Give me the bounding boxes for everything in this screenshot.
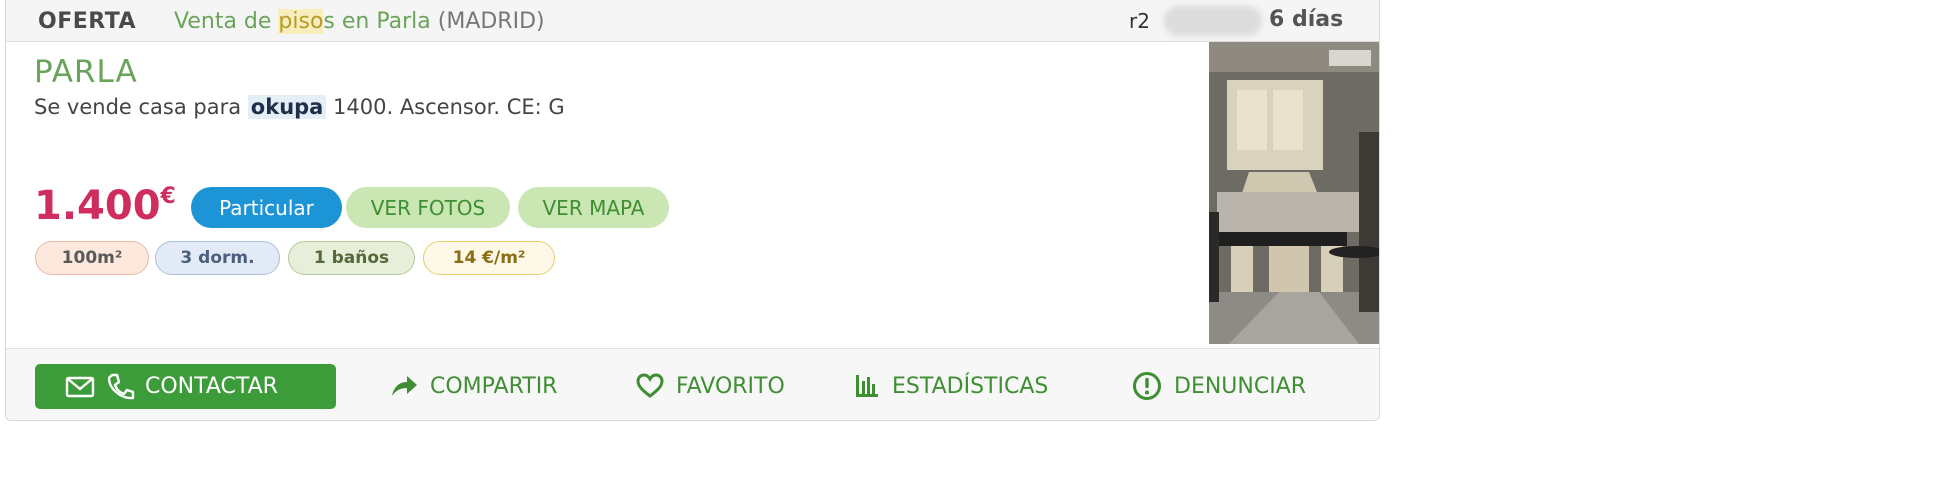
listing-description: Se vende casa para okupa 1400. Ascensor.… [34,95,565,119]
currency: € [160,183,176,209]
baths-chip: 1 baños [288,241,415,275]
view-photos-button[interactable]: VER FOTOS [346,187,510,228]
seller-type-badge[interactable]: Particular [191,187,342,228]
listing-card: OFERTA Venta de pisos en Parla (MADRID) … [5,0,1380,421]
reference-code: r2 [1129,9,1150,33]
share-label: COMPARTIR [430,373,558,399]
listing-age: 6 días [1269,7,1344,32]
envelope-icon [65,375,95,399]
title-highlight: piso [278,9,324,34]
offer-type: OFERTA [38,9,137,34]
heart-icon [636,373,664,399]
view-map-button[interactable]: VER MAPA [518,187,669,228]
favorite-label: FAVORITO [676,373,785,399]
share-button[interactable]: COMPARTIR [390,366,557,406]
bar-chart-icon [854,373,880,399]
area-chip: 100m² [35,241,149,275]
listing-photo[interactable] [1209,42,1379,344]
report-button[interactable]: DENUNCIAR [1132,366,1306,406]
listing-header: OFERTA Venta de pisos en Parla (MADRID) … [6,0,1379,42]
description-highlight: okupa [247,95,327,119]
listing-city[interactable]: PARLA [34,54,138,90]
listing-price: 1.400€ [34,183,176,229]
statistics-button[interactable]: ESTADÍSTICAS [854,366,1048,406]
listing-title[interactable]: Venta de pisos en Parla (MADRID) [174,9,545,34]
reference-blur [1164,6,1262,36]
price-per-m2-chip: 14 €/m² [423,241,555,275]
action-bar: CONTACTAR COMPARTIR FAVORITO ESTADÍSTICA… [6,348,1379,420]
report-label: DENUNCIAR [1174,373,1307,399]
phone-icon [105,373,135,401]
rooms-chip: 3 dorm. [155,241,280,275]
favorite-button[interactable]: FAVORITO [636,366,785,406]
alert-circle-icon [1132,371,1162,401]
kitchen-photo-illustration [1209,42,1379,344]
statistics-label: ESTADÍSTICAS [892,373,1049,399]
contact-button[interactable]: CONTACTAR [35,364,336,409]
contact-label: CONTACTAR [145,374,278,399]
share-arrow-icon [390,374,418,398]
listing-location: (MADRID) [437,9,545,34]
